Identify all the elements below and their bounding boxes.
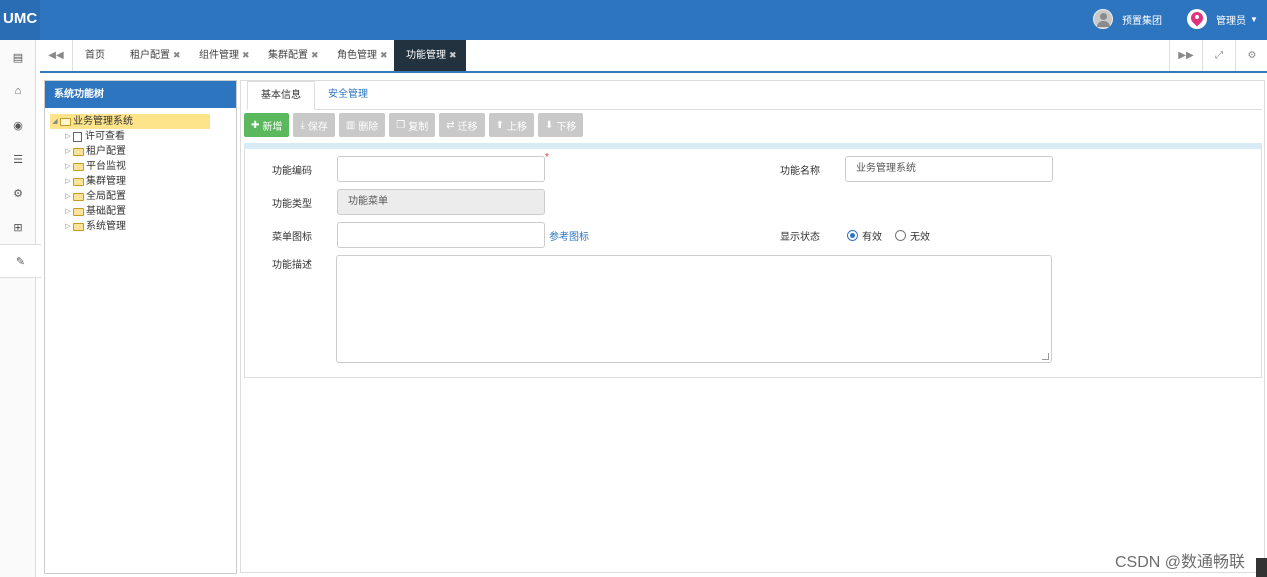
- tree-title: 系统功能树: [45, 81, 236, 108]
- arrow-up-icon: ⬆: [495, 119, 505, 131]
- org-switcher[interactable]: 预置集团: [1093, 8, 1162, 30]
- collapse-icon[interactable]: ▷: [63, 190, 73, 204]
- close-icon[interactable]: ✖: [449, 50, 457, 60]
- type-label: 功能类型: [272, 199, 312, 210]
- function-tree: ◢ 业务管理系统 ▷ 许可查看 ▷ 租户配置 ▷ 平台监视 ▷ 集群管理 ▷ 全…: [50, 114, 236, 234]
- folder-icon: [73, 207, 84, 216]
- action-toolbar: ✚ 新增 ⤓ 保存 ▥ 删除 ❐ 复制 ⇄ 迁移 ⬆ 上移 ⬇ 下移: [244, 113, 587, 137]
- left-icon-rail: ▤ ⌂ ◉ ☰ ⚙ ⊞ ✎: [0, 40, 41, 577]
- wrench-icon[interactable]: ✎: [0, 244, 41, 278]
- gear-icon[interactable]: ⚙: [0, 176, 36, 210]
- close-icon[interactable]: ✖: [173, 50, 181, 60]
- tab-home[interactable]: 首页: [85, 40, 105, 71]
- admin-menu[interactable]: 管理员 ▼: [1187, 8, 1258, 30]
- trash-icon: ▥: [345, 119, 356, 131]
- tree-node[interactable]: ▷ 平台监视: [50, 159, 236, 174]
- tab-function-mgmt[interactable]: 功能管理 ✖: [394, 40, 466, 71]
- corner-block: [1256, 558, 1267, 577]
- folder-icon: [73, 222, 84, 231]
- desc-label: 功能描述: [272, 260, 312, 271]
- status-valid-radio[interactable]: [847, 230, 858, 241]
- folder-icon: [73, 162, 84, 171]
- org-label: 预置集团: [1122, 15, 1162, 27]
- name-label: 功能名称: [780, 166, 820, 177]
- scroll-right-icon[interactable]: ▶▶: [1169, 40, 1202, 71]
- admin-label: 管理员: [1216, 15, 1246, 27]
- arrow-down-icon: ⬇: [545, 119, 554, 131]
- collapse-icon[interactable]: ▷: [63, 145, 73, 159]
- delete-button[interactable]: ▥ 删除: [338, 113, 386, 137]
- list-icon[interactable]: ☰: [0, 142, 36, 176]
- basic-info-form: 功能编码 * 功能名称 业务管理系统 功能类型 功能菜单 菜单图标 参考图标 显…: [244, 143, 1262, 378]
- close-icon[interactable]: ✖: [242, 50, 250, 60]
- status-invalid-radio[interactable]: [895, 230, 906, 241]
- bank-icon[interactable]: ⌂: [0, 74, 36, 108]
- function-tree-panel: 系统功能树 ◢ 业务管理系统 ▷ 许可查看 ▷ 租户配置 ▷ 平台监视 ▷ 集群…: [44, 80, 237, 574]
- user-avatar-icon: [1093, 9, 1113, 29]
- description-textarea[interactable]: [336, 255, 1052, 363]
- collapse-icon[interactable]: ▷: [63, 160, 73, 174]
- save-button[interactable]: ⤓ 保存: [293, 113, 335, 137]
- settings-icon[interactable]: ⚙: [1235, 40, 1267, 71]
- collapse-icon[interactable]: ▷: [63, 205, 73, 219]
- tree-node[interactable]: ▷ 许可查看: [50, 129, 236, 144]
- status-radio-group: 有效 无效: [847, 228, 930, 243]
- folder-open-icon: [60, 117, 71, 126]
- code-label: 功能编码: [272, 166, 312, 177]
- exchange-icon: ⇄: [446, 119, 455, 131]
- add-button[interactable]: ✚ 新增: [244, 113, 290, 137]
- eye-icon[interactable]: ◉: [0, 108, 36, 142]
- collapse-icon[interactable]: ▷: [63, 220, 73, 234]
- tab-cluster-config[interactable]: 集群配置 ✖: [268, 40, 319, 71]
- sitemap-icon[interactable]: ⊞: [0, 210, 36, 244]
- name-input[interactable]: 业务管理系统: [845, 156, 1053, 182]
- top-bar: UMC 预置集团 管理员 ▼: [0, 0, 1267, 40]
- menu-icon-input[interactable]: [337, 222, 545, 248]
- type-input: 功能菜单: [337, 189, 545, 215]
- code-input[interactable]: [337, 156, 545, 182]
- move-down-button[interactable]: ⬇ 下移: [538, 113, 584, 137]
- caret-down-icon: ▼: [1250, 14, 1258, 24]
- migrate-button[interactable]: ⇄ 迁移: [439, 113, 485, 137]
- fullscreen-icon[interactable]: ⤢: [1202, 40, 1235, 71]
- tree-node[interactable]: ▷ 全局配置: [50, 189, 236, 204]
- id-card-icon[interactable]: ▤: [0, 40, 36, 74]
- plus-icon: ✚: [251, 119, 260, 131]
- collapse-icon[interactable]: ▷: [63, 130, 73, 144]
- tab-component-mgmt[interactable]: 组件管理 ✖: [199, 40, 250, 71]
- required-mark: *: [545, 152, 549, 163]
- tab-basic-info[interactable]: 基本信息: [247, 81, 315, 110]
- move-up-button[interactable]: ⬆ 上移: [488, 113, 535, 137]
- folder-icon: [73, 192, 84, 201]
- sub-tabs: 基本信息 安全管理: [247, 81, 1262, 110]
- close-icon[interactable]: ✖: [311, 50, 319, 60]
- tab-strip: ◀◀ 首页 租户配置 ✖ 组件管理 ✖ 集群配置 ✖ 角色管理 ✖ 功能管理 ✖ ▶▶ ⤢…: [40, 40, 1267, 73]
- tree-node[interactable]: ▷ 租户配置: [50, 144, 236, 159]
- tab-security-mgmt[interactable]: 安全管理: [315, 81, 381, 110]
- tab-role-mgmt[interactable]: 角色管理 ✖: [337, 40, 388, 71]
- app-brand[interactable]: UMC: [0, 0, 40, 40]
- tree-node[interactable]: ▷ 基础配置: [50, 204, 236, 219]
- content-panel: 基本信息 安全管理 ✚ 新增 ⤓ 保存 ▥ 删除 ❐ 复制 ⇄ 迁移 ⬆ 上移 ⬇ 下移 功能…: [240, 80, 1265, 573]
- scroll-left-icon[interactable]: ◀◀: [40, 40, 73, 71]
- watermark: CSDN @数通畅联: [1115, 554, 1246, 571]
- resize-grip-icon[interactable]: [1042, 353, 1049, 360]
- copy-icon: ❐: [396, 119, 406, 131]
- expand-icon[interactable]: ◢: [50, 115, 60, 129]
- close-icon[interactable]: ✖: [380, 50, 388, 60]
- tab-tenant-config[interactable]: 租户配置 ✖: [130, 40, 181, 71]
- collapse-icon[interactable]: ▷: [63, 175, 73, 189]
- tree-node[interactable]: ▷ 集群管理: [50, 174, 236, 189]
- tree-node[interactable]: ▷ 系统管理: [50, 219, 236, 234]
- folder-icon: [73, 177, 84, 186]
- folder-icon: [73, 147, 84, 156]
- download-icon: ⤓: [300, 119, 305, 131]
- copy-button[interactable]: ❐ 复制: [389, 113, 436, 137]
- reference-icon-link[interactable]: 参考图标: [549, 228, 589, 243]
- icon-label: 菜单图标: [272, 232, 312, 243]
- location-pin-icon: [1187, 9, 1207, 29]
- file-icon: [73, 131, 82, 142]
- status-label: 显示状态: [780, 232, 820, 243]
- tree-node-root[interactable]: ◢ 业务管理系统: [50, 114, 210, 129]
